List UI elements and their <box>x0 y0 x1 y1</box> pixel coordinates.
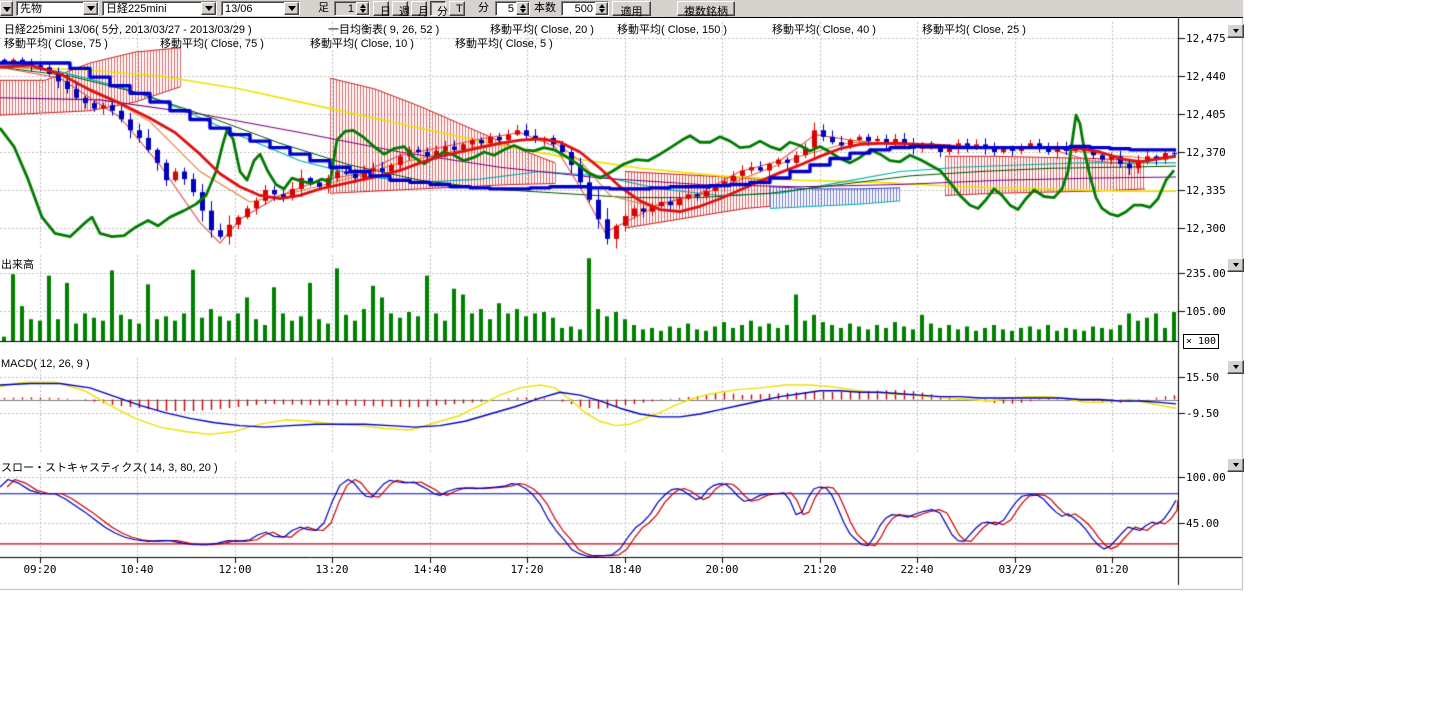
volume-multiplier-badge: × 100 <box>1183 334 1219 349</box>
chevron-down-icon <box>3 7 11 12</box>
macd-panel-title: MACD( 12, 26, 9 ) <box>1 358 90 370</box>
price-tick-label: 12,335 <box>1186 184 1226 197</box>
chevron-down-icon[interactable] <box>83 2 98 15</box>
stoch-tick-label: 100.00 <box>1186 471 1226 484</box>
volume-tick-label: 235.00 <box>1186 267 1226 280</box>
stoch-tick-label: 45.00 <box>1186 517 1219 530</box>
toolbar: 先物 日経225mini 13/06 足 1 日 週 月 分 T 分 5 本数 … <box>0 0 1243 18</box>
price-tick-label: 12,475 <box>1186 32 1226 45</box>
time-axis-label: 10:40 <box>115 563 159 576</box>
minute-value: 5 <box>496 2 516 15</box>
apply-button[interactable]: 適用 <box>612 1 651 16</box>
chevron-down-icon <box>1233 29 1239 33</box>
chevron-down-icon <box>1233 365 1239 369</box>
macd-panel-dropdown-button[interactable] <box>1227 360 1244 374</box>
volume-panel-dropdown-button[interactable] <box>1227 258 1244 272</box>
time-axis-label: 22:40 <box>895 563 939 576</box>
contract-month-select[interactable]: 13/06 <box>221 1 300 16</box>
time-axis-label: 14:40 <box>408 563 452 576</box>
price-tick-label: 12,370 <box>1186 146 1226 159</box>
period-minute-button[interactable]: 分 <box>430 1 446 16</box>
price-panel-dropdown-button[interactable] <box>1227 24 1244 38</box>
price-tick-label: 12,440 <box>1186 70 1226 83</box>
multi-symbol-button[interactable]: 複数銘柄 <box>677 1 735 16</box>
macd-tick-label: -9.50 <box>1186 407 1219 420</box>
combo-drop-fragment-button[interactable] <box>0 1 13 16</box>
legend-ma10: 移動平均( Close, 10 ) <box>310 35 414 51</box>
time-axis-label: 18:40 <box>603 563 647 576</box>
bar-type-label: 足 <box>317 1 330 16</box>
spinner-arrows-icon[interactable] <box>595 2 608 15</box>
chevron-down-icon <box>1233 263 1239 267</box>
legend-ma75-b: 移動平均( Close, 75 ) <box>160 35 264 51</box>
time-axis-label: 03/29 <box>993 563 1037 576</box>
instrument-type-select[interactable]: 先物 <box>16 1 99 16</box>
period-month-button[interactable]: 月 <box>411 1 427 16</box>
stoch-panel-title: スロー・ストキャスティクス( 14, 3, 80, 20 ) <box>1 459 218 475</box>
time-axis-label: 01:20 <box>1090 563 1134 576</box>
spinner-arrows-icon[interactable] <box>356 2 369 15</box>
price-tick-label: 12,405 <box>1186 108 1226 121</box>
time-axis-label: 12:00 <box>213 563 257 576</box>
symbol-select[interactable]: 日経225mini <box>102 1 217 16</box>
time-axis-label: 21:20 <box>798 563 842 576</box>
volume-tick-label: 105.00 <box>1186 305 1226 318</box>
price-tick-label: 12,300 <box>1186 222 1226 235</box>
symbol-value: 日経225mini <box>103 2 201 15</box>
legend-ma40: 移動平均( Close, 40 ) <box>772 21 876 37</box>
legend-ma25: 移動平均( Close, 25 ) <box>922 21 1026 37</box>
stoch-panel-dropdown-button[interactable] <box>1227 458 1244 472</box>
time-axis-label: 13:20 <box>310 563 354 576</box>
time-axis-label: 20:00 <box>700 563 744 576</box>
legend-ma150: 移動平均( Close, 150 ) <box>617 21 727 37</box>
bar-count-label: 本数 <box>533 1 557 16</box>
chevron-down-icon[interactable] <box>201 2 216 15</box>
time-axis-label: 17:20 <box>505 563 549 576</box>
bar-interval-stepper[interactable]: 1 <box>334 1 370 16</box>
spinner-arrows-icon[interactable] <box>516 2 529 15</box>
volume-panel-title: 出来高 <box>1 256 34 272</box>
chevron-down-icon <box>1233 463 1239 467</box>
bar-count-stepper[interactable]: 500 <box>561 1 609 16</box>
bar-count-value: 500 <box>562 2 595 15</box>
chart-application-window: 先物 日経225mini 13/06 足 1 日 週 月 分 T 分 5 本数 … <box>0 0 1442 724</box>
period-tick-button[interactable]: T <box>449 1 465 16</box>
instrument-type-value: 先物 <box>17 2 83 15</box>
macd-tick-label: 15.50 <box>1186 371 1219 384</box>
period-week-button[interactable]: 週 <box>392 1 408 16</box>
minute-stepper[interactable]: 5 <box>495 1 530 16</box>
period-day-button[interactable]: 日 <box>373 1 389 16</box>
legend-ma5: 移動平均( Close, 5 ) <box>455 35 553 51</box>
chevron-down-icon[interactable] <box>284 2 299 15</box>
time-axis-label: 09:20 <box>18 563 62 576</box>
legend-ma75-a: 移動平均( Close, 75 ) <box>4 35 108 51</box>
bar-interval-value: 1 <box>335 2 356 15</box>
minute-label: 分 <box>477 1 490 16</box>
contract-month-value: 13/06 <box>222 2 284 15</box>
